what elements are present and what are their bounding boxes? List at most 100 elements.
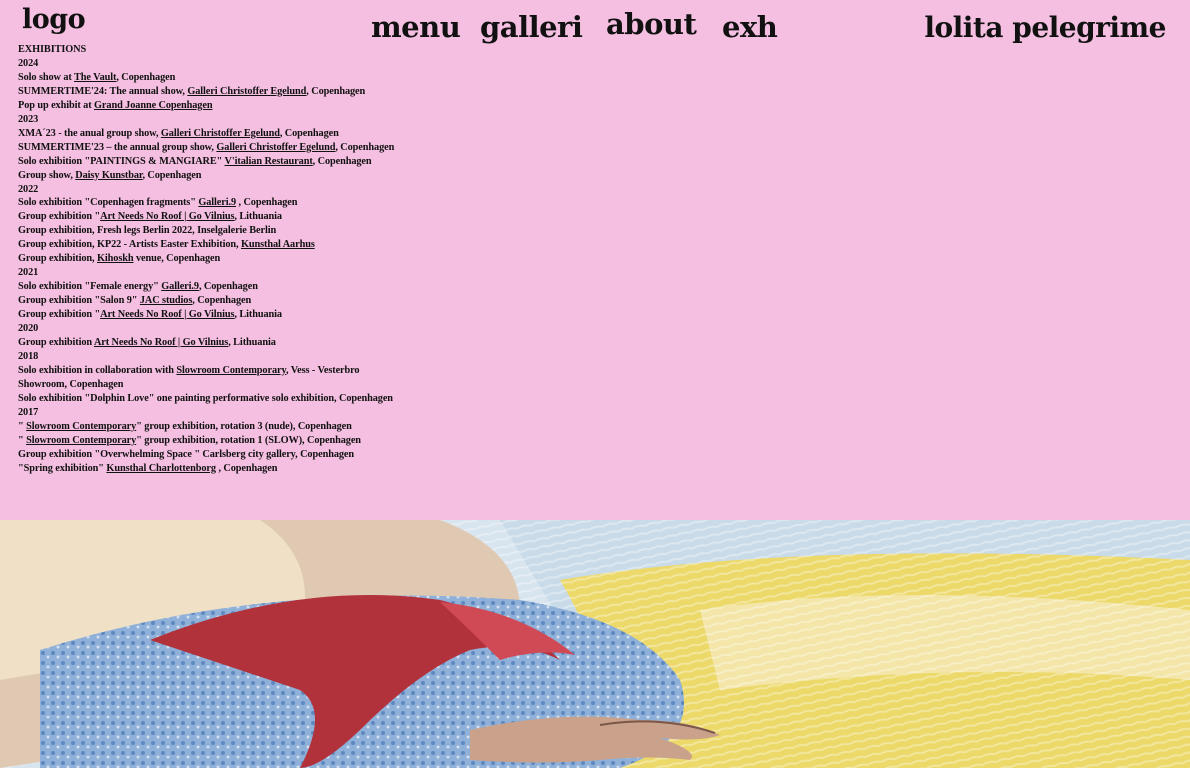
exhibition-text: , Copenhagen	[198, 281, 258, 293]
exhibition-line: Group exhibition "Art Needs No Roof | Go…	[18, 210, 398, 224]
exhibition-line: Solo exhibition "Female energy" Galleri.…	[18, 280, 398, 294]
exhibition-text: , Copenhagen	[312, 155, 372, 167]
exhibition-text: "	[18, 420, 27, 432]
exhibition-line: 2021	[18, 266, 398, 280]
exhibition-line: 2018	[18, 350, 398, 364]
artist-name-link[interactable]: lolita pelegrime	[924, 14, 1166, 42]
exhibition-line: 2020	[18, 322, 398, 336]
exhibition-text: Solo exhibition "Copenhagen fragments"	[18, 197, 199, 209]
exhibition-text: Solo exhibition "Female energy"	[18, 281, 162, 293]
exhibition-line: " Slowroom Contemporary" group exhibitio…	[18, 434, 398, 448]
exhibition-line: Group exhibition, Kihoskh venue, Copenha…	[18, 252, 398, 266]
venue-link[interactable]: Kihoskh	[97, 253, 134, 264]
exhibition-text: Group exhibition "Overwhelming Space " C…	[18, 448, 355, 460]
exhibition-line: Solo exhibition "Copenhagen fragments" G…	[18, 196, 398, 210]
exhibition-line: Group exhibition "Art Needs No Roof | Go…	[18, 308, 398, 322]
exhibition-text: Solo exhibition in collaboration with	[18, 364, 177, 376]
venue-link[interactable]: Galleri Christoffer Egelund	[216, 142, 335, 153]
exhibition-text: 2018	[18, 350, 39, 362]
venue-link[interactable]: Art Needs No Roof | Go Vilnius	[100, 309, 234, 320]
exhibition-text: Group exhibition "Salon 9"	[18, 295, 140, 307]
exhibition-line: Solo exhibition "PAINTINGS & MANGIARE" V…	[18, 155, 398, 169]
painting-image	[0, 520, 1190, 768]
exhibition-text: Group exhibition,	[18, 253, 97, 265]
exhibition-text: , Lithuania	[228, 337, 276, 349]
exhibition-text: venue, Copenhagen	[133, 253, 221, 265]
exhibition-text: , Copenhagen	[236, 197, 298, 209]
exhibition-line: SUMMERTIME'24: The annual show, Galleri …	[18, 85, 398, 99]
exhibition-line: 2017	[18, 406, 398, 420]
exhibition-line: Pop up exhibit at Grand Joanne Copenhage…	[18, 99, 398, 113]
exhibition-text: Group exhibition	[18, 337, 94, 349]
exhibition-text: , Copenhagen	[335, 141, 395, 153]
exhibition-text: " group exhibition, rotation 1 (SLOW), C…	[136, 434, 361, 446]
nav-exh-link[interactable]: exh	[722, 13, 778, 42]
exhibition-line: 2024	[18, 57, 398, 71]
nav-menu-link[interactable]: menu	[371, 13, 461, 42]
exhibition-line: Solo show at The Vault, Copenhagen	[18, 71, 398, 85]
exhibitions-list: EXHIBITIONS 2024 Solo show at The Vault, …	[18, 43, 398, 476]
venue-link[interactable]: Slowroom Contemporary	[26, 435, 136, 446]
exhibition-line: Solo exhibition "Dolphin Love" one paint…	[18, 392, 398, 406]
nav-about-link[interactable]: about	[606, 10, 697, 39]
exhibitions-lines: 2024 Solo show at The Vault, Copenhagen SU…	[18, 57, 398, 476]
exhibition-text: "Spring exhibition"	[18, 462, 107, 474]
exhibition-text: , Copenhagen	[279, 127, 339, 139]
exhibition-line: Group exhibition "Salon 9" JAC studios, …	[18, 294, 398, 308]
exhibition-text: Solo show at	[18, 71, 75, 83]
exhibition-line: Group exhibition, Fresh legs Berlin 2022…	[18, 224, 398, 238]
exhibition-text: 2020	[18, 323, 39, 335]
exhibition-text: Group exhibition, Fresh legs Berlin 2022…	[18, 225, 277, 237]
exhibition-text: Group show,	[18, 169, 76, 181]
exhibition-text: "	[18, 434, 27, 446]
venue-link[interactable]: Slowroom Contemporary	[176, 365, 286, 376]
venue-link[interactable]: JAC studios	[140, 295, 193, 306]
exhibition-text: XMA´23 - the anual group show,	[18, 127, 161, 139]
painting-artwork	[0, 520, 1190, 768]
venue-link[interactable]: Daisy Kunstbar	[75, 170, 142, 181]
venue-link[interactable]: Kunsthal Charlottenborg	[106, 463, 216, 474]
exhibition-text: " group exhibition, rotation 3 (nude), C…	[136, 420, 352, 432]
exhibition-line: XMA´23 - the anual group show, Galleri C…	[18, 127, 398, 141]
exhibition-text: Group exhibition, KP22 - Artists Easter …	[18, 239, 241, 251]
exhibition-line: 2022	[18, 183, 398, 197]
exhibition-text: Group exhibition "	[18, 211, 101, 223]
venue-link[interactable]: Galleri.9	[161, 281, 199, 292]
exhibition-text: , Copenhagen	[306, 85, 366, 97]
exhibition-line: " Slowroom Contemporary" group exhibitio…	[18, 420, 398, 434]
venue-link[interactable]: Art Needs No Roof | Go Vilnius	[94, 337, 228, 348]
exhibition-text: , Lithuania	[234, 211, 282, 223]
exhibition-text: 2023	[18, 113, 39, 125]
nav-galleri-link[interactable]: galleri	[480, 13, 583, 42]
venue-link[interactable]: Slowroom Contemporary	[26, 421, 136, 432]
logo-link[interactable]: logo	[22, 6, 86, 33]
venue-link[interactable]: Grand Joanne Copenhagen	[94, 100, 213, 111]
exhibition-text: 2024	[18, 57, 39, 69]
exhibition-text: , Copenhagen	[215, 462, 278, 474]
exhibition-line: SUMMERTIME'23 – the annual group show, G…	[18, 141, 398, 155]
venue-link[interactable]: Art Needs No Roof | Go Vilnius	[100, 211, 234, 222]
exhibition-text: SUMMERTIME'23 – the annual group show,	[18, 141, 217, 153]
exhibition-text: , Copenhagen	[116, 71, 176, 83]
exhibition-line: Solo exhibition in collaboration with Sl…	[18, 364, 398, 392]
exhibition-text: Solo exhibition "Dolphin Love" one paint…	[18, 392, 393, 404]
venue-link[interactable]: The Vault	[74, 72, 116, 83]
exhibition-line: "Spring exhibition" Kunsthal Charlottenb…	[18, 462, 398, 476]
exhibition-line: Group exhibition "Overwhelming Space " C…	[18, 448, 398, 462]
venue-link[interactable]: Kunsthal Aarhus	[241, 239, 315, 250]
exhibition-line: Group exhibition Art Needs No Roof | Go …	[18, 336, 398, 350]
exhibition-text: 2017	[18, 406, 39, 418]
exhibition-text: , Copenhagen	[192, 295, 252, 307]
exhibition-text: , Copenhagen	[142, 169, 202, 181]
exhibition-text: Solo exhibition "PAINTINGS & MANGIARE"	[18, 155, 225, 167]
exhibition-text: 2022	[18, 183, 39, 195]
exhibition-line: 2023	[18, 113, 398, 127]
venue-link[interactable]: Galleri Christoffer Egelund	[161, 128, 280, 139]
venue-link[interactable]: Galleri Christoffer Egelund	[187, 86, 306, 97]
exhibitions-heading: EXHIBITIONS	[18, 44, 87, 55]
exhibition-text: Pop up exhibit at	[18, 99, 95, 111]
venue-link[interactable]: V'italian Restaurant	[225, 156, 313, 167]
venue-link[interactable]: Galleri.9	[198, 197, 236, 208]
exhibition-text: SUMMERTIME'24: The annual show,	[18, 85, 188, 97]
exhibition-text: , Lithuania	[234, 309, 282, 321]
